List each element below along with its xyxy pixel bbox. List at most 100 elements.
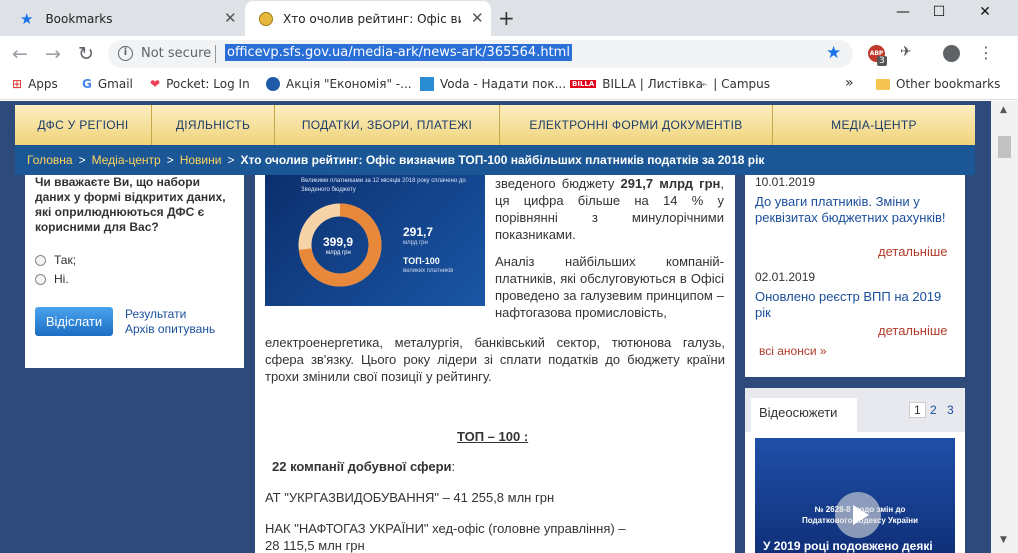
poll-option-no[interactable]: Ні. — [35, 272, 69, 286]
close-icon[interactable]: ✕ — [224, 9, 237, 27]
announcement-date: 10.01.2019 — [755, 175, 816, 189]
extension-icon[interactable]: ✈ — [900, 44, 912, 60]
close-window-icon[interactable]: ✕ — [962, 0, 1008, 24]
play-icon[interactable] — [835, 492, 881, 538]
submit-button[interactable]: Відіслати — [35, 307, 113, 336]
billa-icon: BILLA — [570, 80, 597, 88]
video-thumbnail[interactable]: № 2628-8 щодо змін до Податкового кодекс… — [755, 438, 955, 553]
tab-videos[interactable]: Відеосюжети — [751, 398, 857, 432]
link-text: всі анонси — [759, 344, 817, 358]
bookmark-campus[interactable]: ⌁ | Campus — [700, 77, 770, 91]
other-bookmarks[interactable]: Other bookmarks — [876, 77, 1000, 91]
page-scrollbar[interactable]: ▲ ▼ — [991, 101, 1018, 553]
bookmark-pocket[interactable]: ❤ Pocket: Log In — [150, 77, 250, 91]
scroll-up-icon[interactable]: ▲ — [1000, 105, 1007, 115]
paragraph-2b: електроенергетика, металургія, банківськ… — [265, 335, 725, 384]
option-label: Ні. — [54, 272, 69, 286]
video-caption: У 2019 році подовжено деякі — [763, 539, 933, 553]
bookmark-apps[interactable]: ⊞ Apps — [12, 77, 58, 91]
bookmark-gmail[interactable]: G Gmail — [82, 77, 133, 91]
poll-option-yes[interactable]: Так; — [35, 253, 76, 267]
tab-title: Хто очолив рейтинг: Офіс визна — [283, 11, 461, 26]
list-item: НАК "НАФТОГАЗ УКРАЇНИ" хед-офіс (головне… — [265, 521, 626, 536]
list-item: 28 115,5 млн грн — [265, 538, 365, 553]
all-announcements-link[interactable]: всі анонси » — [759, 344, 827, 358]
web-page: ДФС У РЕГІОНІ ДІЯЛЬНІСТЬ ПОДАТКИ, ЗБОРИ,… — [0, 101, 991, 553]
top-unit: млрд грн — [403, 240, 428, 246]
top-sub: великих платників — [403, 268, 454, 274]
menu-taxes[interactable]: ПОДАТКИ, ЗБОРИ, ПЛАТЕЖІ — [275, 105, 500, 145]
top-value: 291,7 — [403, 225, 434, 239]
adblock-count: 3 — [877, 56, 887, 66]
top-label: ТОП-100 — [403, 256, 440, 266]
reload-icon[interactable]: ↻ — [74, 42, 98, 66]
maximize-icon[interactable]: ☐ — [916, 0, 962, 24]
menu-regions[interactable]: ДФС У РЕГІОНІ — [15, 105, 152, 145]
breadcrumb-home[interactable]: Головна — [27, 153, 73, 167]
profile-icon[interactable] — [943, 45, 960, 62]
close-icon[interactable]: ✕ — [471, 9, 484, 27]
more-link[interactable]: детальніше — [878, 323, 948, 338]
folder-icon — [876, 78, 890, 90]
coat-of-arms-icon — [259, 11, 273, 26]
menu-activity[interactable]: ДІЯЛЬНІСТЬ — [152, 105, 275, 145]
page-2[interactable]: 2 — [930, 403, 937, 417]
breadcrumb-media[interactable]: Медіа-центр — [92, 153, 161, 167]
bookmark-label: Other bookmarks — [896, 77, 1001, 91]
voda-icon — [420, 77, 434, 91]
announcements-panel: 10.01.2019 До уваги платників. Зміни у р… — [745, 175, 965, 377]
scroll-down-icon[interactable]: ▼ — [1000, 535, 1007, 545]
announcement-title[interactable]: Оновлено реєстр ВПП на 2019 рік — [755, 289, 960, 321]
forward-icon[interactable]: → — [41, 42, 65, 66]
address-bar[interactable]: i Not secure officevp.sfs.gov.ua/media-a… — [108, 40, 853, 68]
tab-bookmarks[interactable]: ★ Bookmarks ✕ — [8, 1, 244, 36]
bookmark-star-icon[interactable]: ★ — [826, 43, 841, 63]
bookmark-label: Apps — [28, 77, 58, 91]
more-link[interactable]: детальніше — [878, 244, 948, 259]
results-link[interactable]: Результати — [125, 307, 186, 321]
total-value: 399,9 — [323, 235, 354, 249]
divider — [215, 45, 216, 63]
archive-link[interactable]: Архів опитувань — [125, 322, 215, 336]
campus-icon: ⌁ — [700, 77, 708, 91]
url-text[interactable]: officevp.sfs.gov.ua/media-ark/news-ark/3… — [225, 44, 572, 61]
radio-button[interactable] — [35, 254, 46, 266]
menu-media[interactable]: МЕДІА-ЦЕНТР — [773, 105, 975, 145]
donut-chart — [298, 203, 382, 287]
section-heading: 22 компанії добувної сфери: — [272, 459, 455, 474]
bookmark-voda[interactable]: Voda - Надати пок... — [420, 77, 566, 91]
bookmark-economy[interactable]: Акція "Економія" -... — [266, 77, 412, 91]
browser-toolbar: ← → ↻ i Not secure officevp.sfs.gov.ua/m… — [0, 36, 1018, 72]
bold-text: 22 компанії добувної сфери — [272, 459, 452, 474]
breadcrumb-separator: > — [227, 153, 235, 167]
menu-eforms[interactable]: ЕЛЕКТРОННІ ФОРМИ ДОКУМЕНТІВ — [500, 105, 773, 145]
security-label: Not secure — [141, 46, 212, 61]
breadcrumb: Головна > Медіа-центр > Новини > Хто очо… — [15, 145, 975, 175]
google-icon: G — [82, 77, 92, 91]
list-item: АТ "УКРГАЗВИДОБУВАННЯ" – 41 255,8 млн гр… — [265, 490, 555, 505]
poll-panel: Чи вважаєте Ви, що набори даних у формі … — [25, 175, 244, 368]
page-3[interactable]: 3 — [947, 403, 954, 417]
bookmark-billa[interactable]: BILLA BILLA | Листівка — [570, 77, 703, 91]
text: зведеного бюджету — [495, 176, 621, 191]
radio-button[interactable] — [35, 273, 46, 285]
video-panel: Відеосюжети 1 2 3 № 2628-8 щодо змін до … — [745, 388, 965, 553]
announcement-title[interactable]: До уваги платників. Зміни у реквізитах б… — [755, 194, 960, 226]
page-1[interactable]: 1 — [909, 402, 926, 418]
scroll-thumb[interactable] — [998, 136, 1011, 158]
back-icon[interactable]: ← — [8, 42, 32, 66]
new-tab-icon[interactable]: + — [498, 6, 515, 30]
star-icon: ★ — [20, 9, 34, 28]
tab-active[interactable]: Хто очолив рейтинг: Офіс визна ✕ — [245, 1, 491, 36]
main-menu: ДФС У РЕГІОНІ ДІЯЛЬНІСТЬ ПОДАТКИ, ЗБОРИ,… — [15, 105, 975, 145]
breadcrumb-news[interactable]: Новини — [180, 153, 222, 167]
bookmark-label: BILLA | Листівка — [602, 77, 703, 91]
menu-icon[interactable]: ⋮ — [978, 43, 994, 62]
info-icon[interactable]: i — [118, 46, 133, 61]
breadcrumb-separator: > — [166, 153, 174, 167]
bookmarks-bar: ⊞ Apps G Gmail ❤ Pocket: Log In Акція "Екон… — [0, 72, 1018, 100]
bookmark-label: Pocket: Log In — [166, 77, 250, 91]
bookmarks-overflow[interactable]: » — [845, 75, 854, 91]
paragraph-1: зведеного бюджету 291,7 млрд грн, ця циф… — [495, 175, 724, 243]
bold-text: 291,7 млрд грн — [620, 176, 721, 191]
